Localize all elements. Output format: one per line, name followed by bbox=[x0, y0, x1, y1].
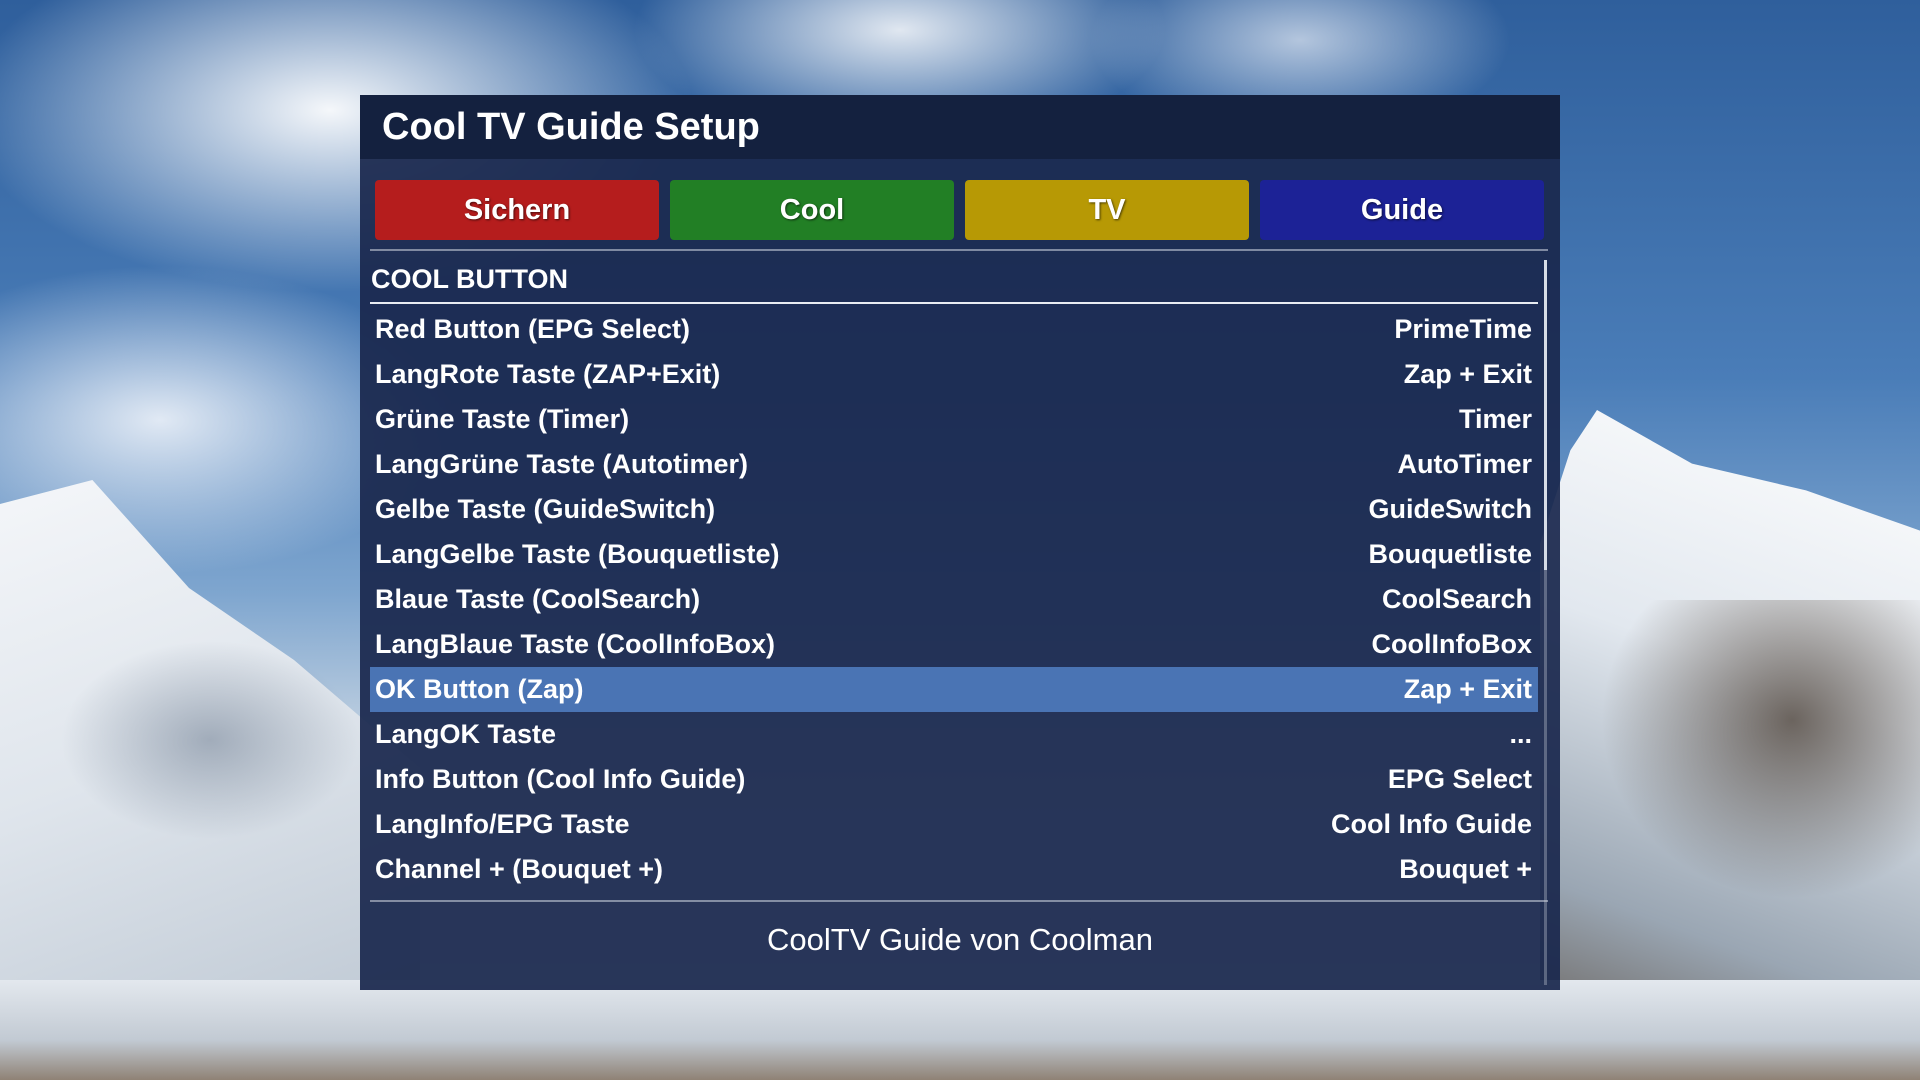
setting-value: ... bbox=[1509, 719, 1532, 749]
setting-row-ok-button-selected[interactable]: OK Button (Zap) Zap + Exit bbox=[370, 667, 1538, 712]
setting-row-long-yellow[interactable]: LangGelbe Taste (Bouquetliste) Bouquetli… bbox=[370, 532, 1538, 577]
setting-label: LangBlaue Taste (CoolInfoBox) bbox=[375, 629, 776, 659]
setting-value: CoolSearch bbox=[1381, 584, 1532, 614]
setting-row-green-button[interactable]: Grüne Taste (Timer) Timer bbox=[370, 397, 1538, 442]
section-header: COOL BUTTON bbox=[371, 264, 569, 294]
setting-row-long-blue[interactable]: LangBlaue Taste (CoolInfoBox) CoolInfoBo… bbox=[370, 622, 1538, 667]
setting-value: PrimeTime bbox=[1394, 314, 1532, 344]
setting-label: LangGrüne Taste (Autotimer) bbox=[375, 449, 749, 479]
section-underline bbox=[370, 302, 1538, 304]
dialog-title: Cool TV Guide Setup bbox=[382, 106, 760, 148]
setting-label: LangRote Taste (ZAP+Exit) bbox=[375, 359, 721, 389]
setting-value: CoolInfoBox bbox=[1371, 629, 1532, 659]
setting-value: GuideSwitch bbox=[1368, 494, 1532, 524]
setting-label: LangOK Taste bbox=[375, 719, 557, 749]
wallpaper-mountain-foreground bbox=[0, 980, 1920, 1080]
setting-value: Bouquetliste bbox=[1368, 539, 1532, 569]
setting-label: Red Button (EPG Select) bbox=[375, 314, 691, 344]
setting-label: Channel + (Bouquet +) bbox=[375, 854, 664, 884]
setting-value: EPG Select bbox=[1387, 764, 1532, 794]
red-button-sichern[interactable]: Sichern bbox=[375, 180, 659, 240]
setting-row-red-button[interactable]: Red Button (EPG Select) PrimeTime bbox=[370, 307, 1538, 352]
setting-label: LangInfo/EPG Taste bbox=[375, 809, 630, 839]
setting-value: AutoTimer bbox=[1397, 449, 1532, 479]
setting-row-long-red[interactable]: LangRote Taste (ZAP+Exit) Zap + Exit bbox=[370, 352, 1538, 397]
wallpaper-mountain-rocks bbox=[1600, 600, 1920, 900]
setup-dialog: Cool TV Guide Setup Sichern Cool TV Guid… bbox=[360, 95, 1560, 990]
blue-button-guide[interactable]: Guide bbox=[1260, 180, 1544, 240]
setting-row-info-button[interactable]: Info Button (Cool Info Guide) EPG Select bbox=[370, 757, 1538, 802]
setting-row-long-green[interactable]: LangGrüne Taste (Autotimer) AutoTimer bbox=[370, 442, 1538, 487]
setting-value: Zap + Exit bbox=[1403, 674, 1532, 704]
list-scrollbar-thumb[interactable] bbox=[1544, 260, 1547, 570]
dialog-header: Cool TV Guide Setup bbox=[360, 95, 1560, 159]
setting-label: LangGelbe Taste (Bouquetliste) bbox=[375, 539, 780, 569]
setting-row-long-info[interactable]: LangInfo/EPG Taste Cool Info Guide bbox=[370, 802, 1538, 847]
setting-row-channel-plus[interactable]: Channel + (Bouquet +) Bouquet + bbox=[370, 847, 1538, 892]
wallpaper-mountain-shadow bbox=[60, 640, 360, 840]
divider-bottom bbox=[370, 900, 1548, 902]
yellow-button-tv[interactable]: TV bbox=[965, 180, 1249, 240]
setting-label: Blaue Taste (CoolSearch) bbox=[375, 584, 701, 614]
setting-value: Bouquet + bbox=[1399, 854, 1532, 884]
setting-label: OK Button (Zap) bbox=[375, 674, 584, 704]
setting-label: Grüne Taste (Timer) bbox=[375, 404, 630, 434]
divider-top bbox=[370, 249, 1548, 251]
setting-row-blue-button[interactable]: Blaue Taste (CoolSearch) CoolSearch bbox=[370, 577, 1538, 622]
setting-row-yellow-button[interactable]: Gelbe Taste (GuideSwitch) GuideSwitch bbox=[370, 487, 1538, 532]
green-button-cool[interactable]: Cool bbox=[670, 180, 954, 240]
color-button-bar: Sichern Cool TV Guide bbox=[375, 180, 1545, 240]
setting-value: Zap + Exit bbox=[1403, 359, 1532, 389]
footer-credit: CoolTV Guide von Coolman bbox=[767, 922, 1153, 957]
setting-label: Gelbe Taste (GuideSwitch) bbox=[375, 494, 716, 524]
setting-row-long-ok[interactable]: LangOK Taste ... bbox=[370, 712, 1538, 757]
setting-value: Cool Info Guide bbox=[1331, 809, 1532, 839]
setting-value: Timer bbox=[1458, 404, 1532, 434]
setting-label: Info Button (Cool Info Guide) bbox=[375, 764, 746, 794]
